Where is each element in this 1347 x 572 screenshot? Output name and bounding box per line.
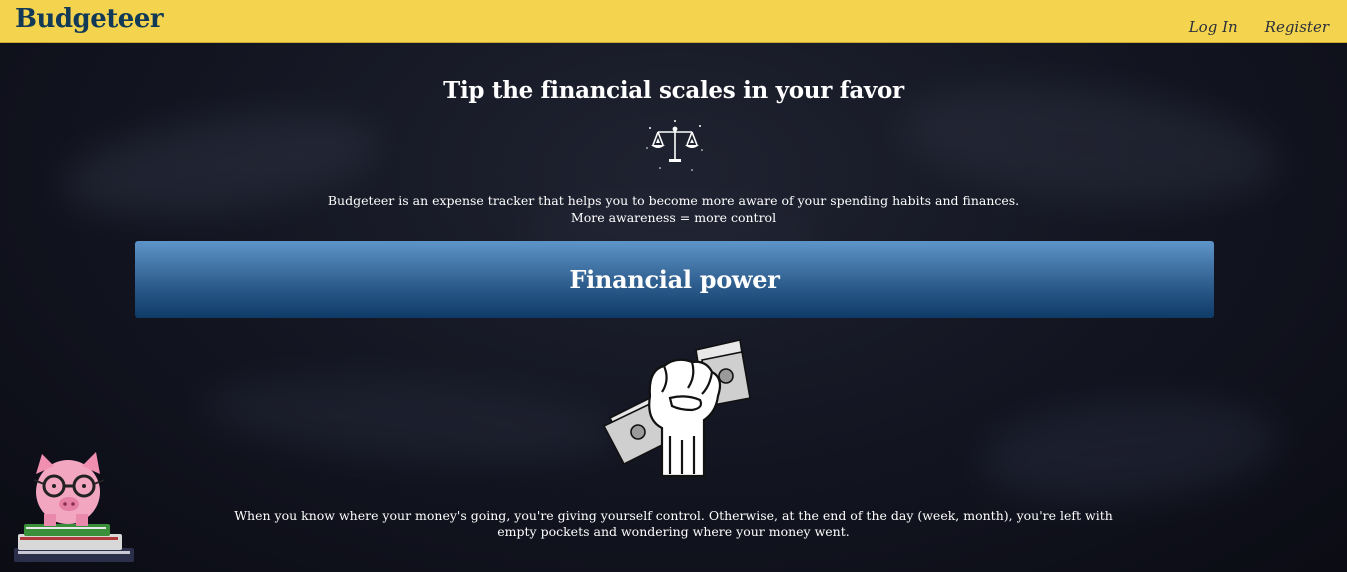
hero-intro: Budgeteer is an expense tracker that hel…	[0, 192, 1347, 226]
brand-logo-link[interactable]: Budgeteer	[15, 4, 164, 34]
banner-title: Financial power	[569, 265, 780, 294]
description-line-1: When you know where your money's going, …	[234, 508, 1113, 523]
financial-power-description: When you know where your money's going, …	[0, 508, 1347, 540]
fist-holding-money-icon	[602, 339, 751, 478]
hero-headline: Tip the financial scales in your favor	[443, 77, 904, 104]
register-link[interactable]: Register	[1265, 18, 1329, 36]
login-link[interactable]: Log In	[1189, 18, 1238, 36]
top-navbar: Budgeteer Log In Register	[0, 0, 1347, 43]
financial-power-banner: Financial power	[135, 241, 1214, 318]
intro-line-1: Budgeteer is an expense tracker that hel…	[327, 193, 1020, 208]
intro-line-2: More awareness = more control	[570, 210, 777, 225]
piggy-bank-on-books-icon	[14, 452, 134, 562]
balance-scale-icon	[646, 120, 703, 171]
nav-links: Log In Register	[1189, 18, 1329, 36]
description-line-2: empty pockets and wondering where your m…	[497, 524, 850, 539]
